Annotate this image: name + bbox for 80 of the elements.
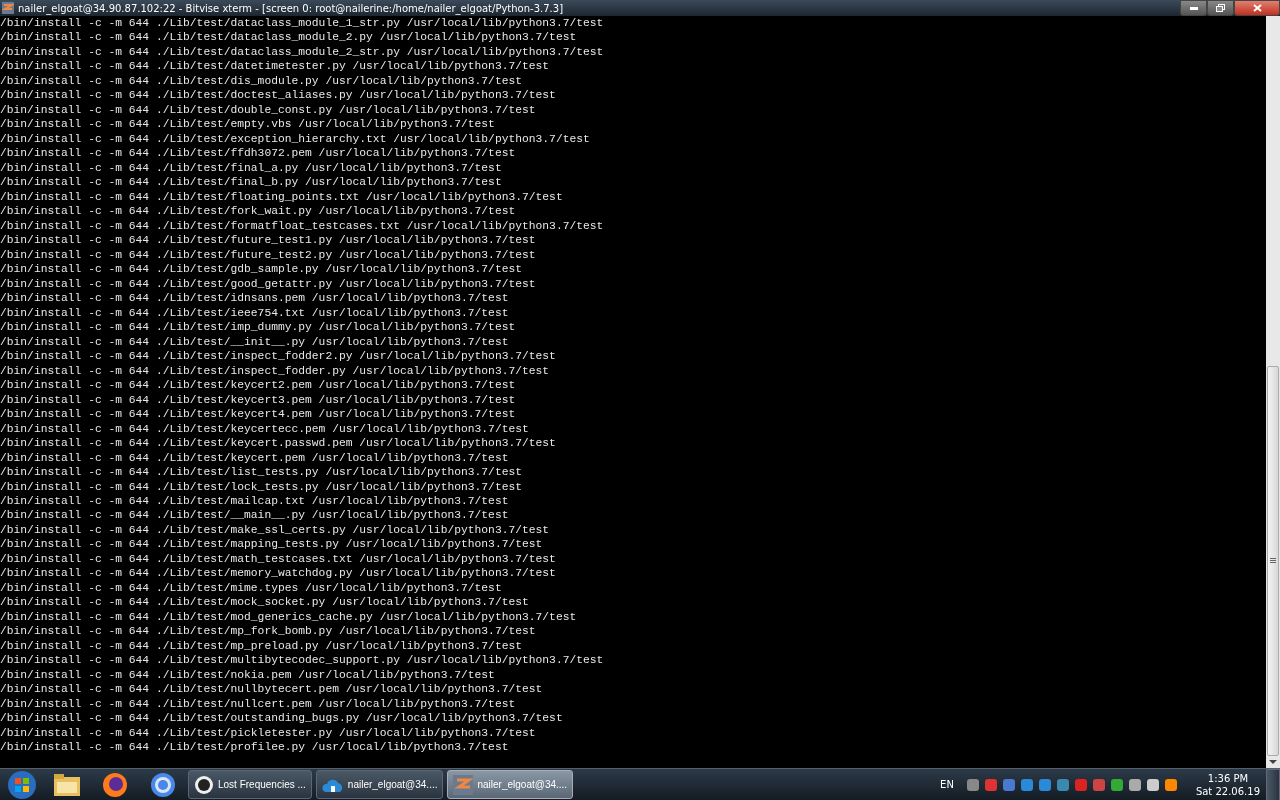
terminal-line: /bin/install -c -m 644 ./Lib/test/dataclass_module_2_str.py /usr/local/lib/python3.7/test (0, 44, 604, 60)
clock-date: Sat 22.06.19 (1195, 784, 1260, 798)
app-icon[interactable] (1019, 777, 1034, 792)
terminal-line: /bin/install -c -m 644 ./Lib/test/memory_watchdog.py /usr/local/lib/python3.7/test (0, 566, 556, 581)
terminal-line: /bin/install -c -m 644 ./Lib/test/math_testcases.txt /usr/local/lib/python3.7/test (0, 551, 556, 567)
terminal-line: /bin/install -c -m 644 ./Lib/test/final_b.py /usr/local/lib/python3.7/test (0, 175, 502, 190)
clock-time: 1:36 PM (1207, 771, 1249, 785)
terminal-line: /bin/install -c -m 644 ./Lib/test/dataclass_module_1_str.py /usr/local/lib/python3.7/test (0, 16, 604, 31)
minimize-icon (1189, 6, 1198, 10)
terminal-line: /bin/install -c -m 644 ./Lib/test/formatfloat_testcases.txt /usr/local/lib/python3.7/test (0, 218, 604, 234)
close-button[interactable] (1234, 0, 1280, 16)
terminal-line: /bin/install -c -m 644 ./Lib/test/idnsans.pem /usr/local/lib/python3.7/test (0, 291, 509, 306)
terminal-line: /bin/install -c -m 644 ./Lib/test/datetimetester.py /usr/local/lib/python3.7/test (0, 59, 550, 74)
scroll-down-icon[interactable] (1269, 760, 1277, 764)
terminal-line: /bin/install -c -m 644 ./Lib/test/mod_generics_cache.py /usr/local/lib/python3.7/test (0, 609, 577, 625)
terminal-line: /bin/install -c -m 644 ./Lib/test/final_a.py /usr/local/lib/python3.7/test (0, 160, 502, 176)
terminal-line: /bin/install -c -m 644 ./Lib/test/future_test1.py /usr/local/lib/python3.7/test (0, 233, 536, 248)
terminal-line: /bin/install -c -m 644 ./Lib/test/mime.types /usr/local/lib/python3.7/test (0, 580, 502, 596)
close-icon (1252, 4, 1262, 12)
terminal-line: /bin/install -c -m 644 ./Lib/test/mp_preload.py /usr/local/lib/python3.7/test (0, 638, 522, 654)
terminal-line: /bin/install -c -m 644 ./Lib/test/make_ssl_certs.py /usr/local/lib/python3.7/test (0, 522, 550, 538)
terminal-line: /bin/install -c -m 644 ./Lib/test/ffdh3072.pem /usr/local/lib/python3.7/test (0, 146, 516, 161)
app-icon[interactable] (965, 777, 980, 792)
taskbar-button[interactable]: Lost Frequencies ... (188, 770, 312, 799)
terminal-line: /bin/install -c -m 644 ./Lib/test/lock_tests.py /usr/local/lib/python3.7/test (0, 479, 522, 494)
terminal-line: /bin/install -c -m 644 ./Lib/test/pickletester.py /usr/local/lib/python3.7/test (0, 725, 536, 741)
maximize-button[interactable] (1207, 0, 1234, 16)
terminal-line: /bin/install -c -m 644 ./Lib/test/double_const.py /usr/local/lib/python3.7/test (0, 102, 536, 118)
app-icon[interactable] (983, 777, 998, 792)
terminal-line: /bin/install -c -m 644 ./Lib/test/multibytecodec_support.py /usr/local/lib/python3.7/test (0, 653, 604, 668)
terminal-line: /bin/install -c -m 644 ./Lib/test/profilee.py /usr/local/lib/python3.7/test (0, 740, 509, 755)
terminal-line: /bin/install -c -m 644 ./Lib/test/keycert.pem /usr/local/lib/python3.7/test (0, 450, 509, 465)
terminal-line: /bin/install -c -m 644 ./Lib/test/inspect_fodder2.py /usr/local/lib/python3.7/test (0, 349, 556, 364)
scrollbar[interactable] (1266, 16, 1280, 768)
terminal-line: /bin/install -c -m 644 ./Lib/test/nokia.pem /usr/local/lib/python3.7/test (0, 667, 495, 683)
terminal-line: /bin/install -c -m 644 ./Lib/test/nullcert.pem /usr/local/lib/python3.7/test (0, 696, 516, 712)
terminal-line: /bin/install -c -m 644 ./Lib/test/keycertecc.pem /usr/local/lib/python3.7/test (0, 421, 529, 437)
restore-icon (1216, 4, 1225, 12)
app-icon[interactable] (1073, 777, 1088, 792)
scrollbar-thumb[interactable] (1267, 366, 1279, 756)
terminal-line: /bin/install -c -m 644 ./Lib/test/exception_hierarchy.txt /usr/local/lib/python3.7/test (0, 131, 590, 147)
terminal-line: /bin/install -c -m 644 ./Lib/test/nullbytecert.pem /usr/local/lib/python3.7/test (0, 682, 543, 697)
taskbar-button[interactable]: nailer_elgoat@34.... (447, 770, 574, 799)
terminal-line: /bin/install -c -m 644 ./Lib/test/ieee754.txt /usr/local/lib/python3.7/test (0, 305, 509, 321)
terminal-line: /bin/install -c -m 644 ./Lib/test/inspect_fodder.py /usr/local/lib/python3.7/test (0, 363, 550, 379)
app-icon[interactable] (1109, 777, 1124, 792)
terminal-line: /bin/install -c -m 644 ./Lib/test/keycert4.pem /usr/local/lib/python3.7/test (0, 407, 516, 422)
terminal-app-icon (453, 774, 474, 795)
terminal-line: /bin/install -c -m 644 ./Lib/test/mock_socket.py /usr/local/lib/python3.7/test (0, 595, 529, 610)
terminal-line: /bin/install -c -m 644 ./Lib/test/imp_dummy.py /usr/local/lib/python3.7/test (0, 320, 516, 335)
terminal-line: /bin/install -c -m 644 ./Lib/test/__main__.py /usr/local/lib/python3.7/test (0, 508, 509, 523)
terminal-line: /bin/install -c -m 644 ./Lib/test/list_tests.py /usr/local/lib/python3.7/test (0, 465, 522, 480)
minimize-button[interactable] (1180, 0, 1207, 16)
terminal-line: /bin/install -c -m 644 ./Lib/test/keycert2.pem /usr/local/lib/python3.7/test (0, 378, 516, 393)
clock[interactable]: 1:36 PM Sat 22.06.19 (1189, 771, 1266, 798)
terminal-line: /bin/install -c -m 644 ./Lib/test/floating_points.txt /usr/local/lib/python3.7/test (0, 189, 563, 205)
terminal-line: /bin/install -c -m 644 ./Lib/test/gdb_sample.py /usr/local/lib/python3.7/test (0, 262, 522, 277)
folder-icon (54, 773, 80, 796)
terminal-line: /bin/install -c -m 644 ./Lib/test/mp_fork_bomb.py /usr/local/lib/python3.7/test (0, 624, 536, 639)
windows-logo-icon (7, 769, 37, 800)
terminal-line: /bin/install -c -m 644 ./Lib/test/doctest_aliases.py /usr/local/lib/python3.7/test (0, 88, 556, 103)
terminal-line: /bin/install -c -m 644 ./Lib/test/mailcap.txt /usr/local/lib/python3.7/test (0, 494, 509, 509)
terminal-line: /bin/install -c -m 644 ./Lib/test/keycert.passwd.pem /usr/local/lib/python3.7/test (0, 436, 556, 451)
terminal-line: /bin/install -c -m 644 ./Lib/test/outstanding_bugs.py /usr/local/lib/python3.7/test (0, 711, 563, 726)
language-indicator[interactable]: EN (940, 779, 954, 790)
app-icon[interactable] (1055, 777, 1070, 792)
terminal-line: /bin/install -c -m 644 ./Lib/test/__init__.py /usr/local/lib/python3.7/test (0, 334, 509, 350)
app-icon (2, 2, 14, 14)
terminal-line: /bin/install -c -m 644 ./Lib/test/fork_wait.py /usr/local/lib/python3.7/test (0, 204, 516, 219)
app-icon[interactable] (1001, 777, 1016, 792)
terminal-line: /bin/install -c -m 644 ./Lib/test/keycert3.pem /usr/local/lib/python3.7/test (0, 392, 516, 408)
terminal-line: /bin/install -c -m 644 ./Lib/test/dis_module.py /usr/local/lib/python3.7/test (0, 73, 522, 89)
taskbar-button[interactable]: nailer_elgoat@34.... (315, 770, 444, 799)
terminal-line: /bin/install -c -m 644 ./Lib/test/empty.vbs /usr/local/lib/python3.7/test (0, 117, 495, 132)
terminal-line: /bin/install -c -m 644 ./Lib/test/good_getattr.py /usr/local/lib/python3.7/test (0, 276, 536, 292)
window-title: nailer_elgoat@34.90.87.102:22 - Bitvise xterm - [screen 0: root@nailerine:/home/nailer_elgoat/Python-3.7.3] (18, 2, 565, 14)
terminal-line: /bin/install -c -m 644 ./Lib/test/dataclass_module_2.py /usr/local/lib/python3.7/test (0, 30, 577, 45)
terminal-line: /bin/install -c -m 644 ./Lib/test/future_test2.py /usr/local/lib/python3.7/test (0, 247, 536, 263)
grip-icon (1270, 558, 1276, 564)
terminal-line: /bin/install -c -m 644 ./Lib/test/mapping_tests.py /usr/local/lib/python3.7/test (0, 537, 543, 552)
